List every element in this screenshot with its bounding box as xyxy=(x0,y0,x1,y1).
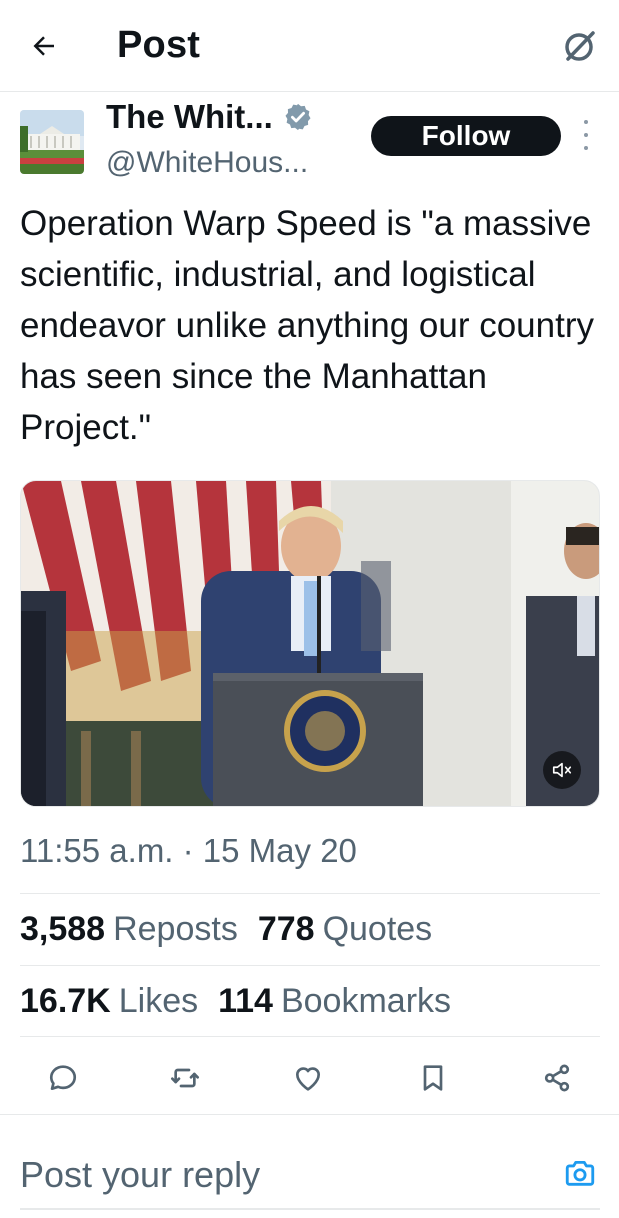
more-options-button[interactable] xyxy=(576,120,596,150)
reply-icon xyxy=(49,1065,77,1090)
back-button[interactable] xyxy=(26,28,62,64)
bookmarks-stat[interactable]: 114 Bookmarks xyxy=(218,982,451,1021)
likes-count: 16.7K xyxy=(20,982,111,1020)
reply-input[interactable]: Post your reply xyxy=(20,1154,260,1196)
page-title: Post xyxy=(117,24,201,66)
share-button[interactable] xyxy=(535,1056,579,1100)
likes-stat[interactable]: 16.7K Likes xyxy=(20,982,198,1021)
top-bar: Post xyxy=(0,0,619,92)
verified-badge-icon xyxy=(285,103,311,131)
bookmark-button[interactable] xyxy=(411,1056,455,1100)
more-dot-icon xyxy=(584,133,588,137)
reposts-stat[interactable]: 3,588 Reposts xyxy=(20,910,238,949)
post-timestamp[interactable]: 11:55 a.m. · 15 May 20 xyxy=(20,832,357,870)
bookmark-icon xyxy=(423,1065,443,1091)
divider xyxy=(20,965,600,966)
quotes-count: 778 xyxy=(257,910,315,948)
quotes-label: Quotes xyxy=(322,910,433,948)
follow-button[interactable]: Follow xyxy=(371,116,561,156)
divider xyxy=(20,1036,600,1037)
handle[interactable]: @WhiteHous... xyxy=(106,146,308,180)
grok-button[interactable] xyxy=(560,26,600,66)
reposts-label: Reposts xyxy=(113,910,238,948)
quotes-stat[interactable]: 778 Quotes xyxy=(258,910,432,949)
post-text: Operation Warp Speed is "a massive scien… xyxy=(20,204,594,447)
more-dot-icon xyxy=(584,146,588,150)
reposts-count: 3,588 xyxy=(20,910,106,948)
repost-button[interactable] xyxy=(163,1056,207,1100)
engagement-stats-row: 16.7K Likes 114 Bookmarks xyxy=(20,982,451,1021)
like-icon xyxy=(296,1067,320,1091)
video-frame xyxy=(21,481,599,806)
share-icon xyxy=(544,1064,570,1092)
post-author: The Whit... @WhiteHous... Follow xyxy=(20,98,600,184)
action-bar xyxy=(20,1056,600,1100)
camera-button[interactable] xyxy=(561,1154,599,1192)
bookmarks-label: Bookmarks xyxy=(280,982,452,1020)
repost-icon xyxy=(171,1068,199,1088)
reply-input-underline xyxy=(20,1208,600,1210)
like-button[interactable] xyxy=(286,1056,330,1100)
avatar[interactable] xyxy=(20,110,84,174)
section-divider xyxy=(0,1114,619,1128)
likes-label: Likes xyxy=(118,982,199,1020)
reply-button[interactable] xyxy=(41,1056,85,1100)
engagement-stats-row: 3,588 Reposts 778 Quotes xyxy=(20,910,432,949)
display-name[interactable]: The Whit... xyxy=(106,98,273,136)
camera-icon xyxy=(565,1160,595,1186)
bookmarks-count: 114 xyxy=(218,982,273,1020)
arrow-left-icon xyxy=(33,36,54,56)
divider xyxy=(20,893,600,894)
grok-icon xyxy=(565,31,595,61)
mute-button[interactable] xyxy=(543,751,581,789)
more-dot-icon xyxy=(584,120,588,124)
name-row: The Whit... xyxy=(106,98,313,136)
post-video[interactable] xyxy=(20,480,600,807)
speaker-muted-icon xyxy=(552,762,572,778)
